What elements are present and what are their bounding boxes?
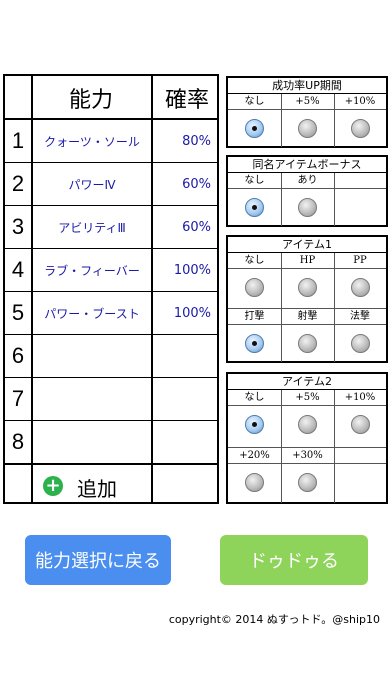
- back-to-ability-select-button[interactable]: 能力選択に戻る: [25, 535, 171, 585]
- empty-cell: [334, 447, 386, 464]
- option-label: 法撃: [334, 308, 386, 325]
- row-number: 6: [11, 343, 25, 368]
- radio-none[interactable]: [245, 415, 264, 434]
- ability-name[interactable]: [33, 335, 151, 377]
- dudu-button[interactable]: ドゥドゥる: [220, 535, 368, 585]
- table-row[interactable]: 8: [5, 421, 217, 464]
- option-label: +5%: [281, 94, 334, 110]
- option-label: PP: [334, 253, 386, 269]
- ability-probability: 100%: [173, 305, 211, 321]
- row-number: 2: [11, 171, 25, 196]
- panel-title: 成功率UP期間: [228, 78, 386, 94]
- item2-panel: アイテム2 なし +5% +10% +20% +30%: [226, 372, 388, 504]
- radio-tech[interactable]: [351, 334, 370, 353]
- row-number: 3: [11, 214, 25, 239]
- radio-yes[interactable]: [298, 198, 317, 217]
- plus-circle-icon[interactable]: +: [43, 476, 63, 496]
- option-label: +10%: [334, 390, 386, 406]
- ability-probability: 80%: [182, 133, 211, 149]
- success-rate-panel: 成功率UP期間 なし +5% +10%: [226, 76, 388, 148]
- row-number: 1: [11, 128, 25, 153]
- radio-plus5[interactable]: [298, 415, 317, 434]
- table-row[interactable]: 6: [5, 335, 217, 378]
- probability-header: 確率: [165, 88, 210, 113]
- option-label: 射撃: [281, 308, 334, 325]
- ability-table: 能力 確率 1 クォーツ・ソール 80% 2 パワーⅣ 60% 3 アビリティⅢ…: [3, 74, 219, 504]
- table-row[interactable]: 4 ラブ・フィーバー 100%: [5, 249, 217, 292]
- radio-plus5[interactable]: [298, 119, 317, 138]
- radio-plus30[interactable]: [298, 473, 317, 492]
- radio-strike[interactable]: [245, 334, 264, 353]
- ability-name[interactable]: パワーⅣ: [33, 163, 151, 205]
- option-label: +30%: [281, 447, 334, 464]
- table-row[interactable]: 2 パワーⅣ 60%: [5, 163, 217, 206]
- option-label: +10%: [334, 94, 386, 110]
- ability-header: 能力: [69, 88, 114, 113]
- option-label: HP: [281, 253, 334, 269]
- option-label: なし: [228, 253, 281, 269]
- row-number: 8: [11, 429, 25, 454]
- table-header: 能力 確率: [5, 76, 217, 120]
- ability-name[interactable]: アビリティⅢ: [33, 206, 151, 248]
- radio-none[interactable]: [245, 278, 264, 297]
- option-label: なし: [228, 173, 281, 189]
- ability-name[interactable]: ラブ・フィーバー: [33, 249, 151, 291]
- table-row[interactable]: 7: [5, 378, 217, 421]
- add-row[interactable]: + 追加: [5, 464, 217, 507]
- ability-probability: [153, 335, 211, 377]
- radio-range[interactable]: [298, 334, 317, 353]
- radio-plus10[interactable]: [351, 119, 370, 138]
- option-label: +5%: [281, 390, 334, 406]
- panel-title: 同名アイテムボーナス: [228, 157, 386, 173]
- ability-probability: 100%: [173, 262, 211, 278]
- radio-plus20[interactable]: [245, 473, 264, 492]
- ability-probability: [153, 378, 211, 420]
- panel-title: アイテム1: [228, 237, 386, 253]
- row-number: 5: [11, 300, 25, 325]
- option-label: 打撃: [228, 308, 281, 325]
- add-button[interactable]: 追加: [77, 473, 117, 502]
- radio-hp[interactable]: [298, 278, 317, 297]
- radio-plus10[interactable]: [351, 415, 370, 434]
- ability-probability: 60%: [182, 219, 211, 235]
- radio-none[interactable]: [245, 198, 264, 217]
- table-row[interactable]: 1 クォーツ・ソール 80%: [5, 120, 217, 163]
- option-label: なし: [228, 390, 281, 406]
- copyright-text: copyright© 2014 ぬすっトド。@ship10: [168, 613, 380, 626]
- option-label: +20%: [228, 447, 281, 464]
- panel-title: アイテム2: [228, 374, 386, 390]
- empty-cell: [334, 173, 386, 189]
- ability-name[interactable]: [33, 378, 151, 420]
- ability-name[interactable]: クォーツ・ソール: [33, 120, 151, 162]
- table-row[interactable]: 5 パワー・ブースト 100%: [5, 292, 217, 335]
- ability-probability: [153, 421, 211, 463]
- ability-probability: 60%: [182, 176, 211, 192]
- same-name-bonus-panel: 同名アイテムボーナス なし あり: [226, 155, 388, 227]
- table-row[interactable]: 3 アビリティⅢ 60%: [5, 206, 217, 249]
- row-number: 7: [11, 386, 25, 411]
- row-number: 4: [11, 257, 25, 282]
- radio-pp[interactable]: [351, 278, 370, 297]
- option-label: なし: [228, 94, 281, 110]
- option-label: あり: [281, 173, 334, 189]
- item1-panel: アイテム1 なし HP PP 打撃 射撃 法撃: [226, 235, 388, 363]
- ability-name[interactable]: [33, 421, 151, 463]
- radio-none[interactable]: [245, 119, 264, 138]
- ability-name[interactable]: パワー・ブースト: [33, 292, 151, 334]
